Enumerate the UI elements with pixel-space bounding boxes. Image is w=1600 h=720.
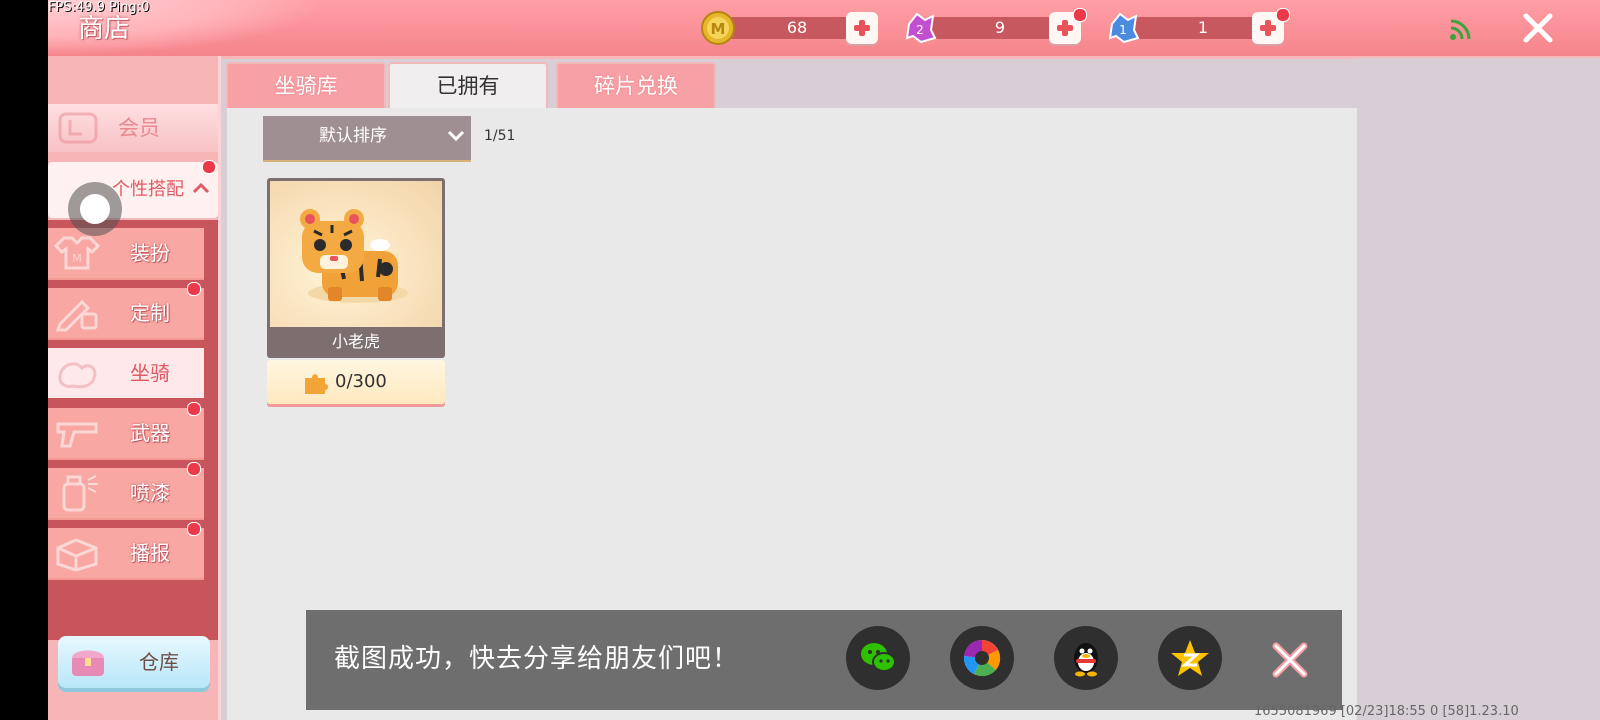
- svg-text:2: 2: [916, 23, 924, 37]
- sidebar-item-label: 播报: [130, 541, 170, 565]
- sidebar-subpanel: M 装扮 定制 坐骑 武器 喷漆 播报: [48, 220, 218, 640]
- share-qq-button[interactable]: [1054, 626, 1118, 690]
- blue-fragment-icon: 1: [1108, 12, 1140, 44]
- moments-icon: [963, 639, 1001, 677]
- sidebar-item-member[interactable]: 会员: [48, 104, 218, 152]
- sidebar-group-label: 个性搭配: [112, 179, 184, 200]
- sidebar-item-label: 会员: [118, 116, 160, 140]
- sidebar-item-label: 装扮: [130, 241, 170, 265]
- broadcast-icon: [56, 538, 98, 572]
- mount-icon: [58, 362, 97, 389]
- sidebar-item-spray[interactable]: 喷漆: [48, 462, 204, 518]
- screenshot-toast: 截图成功，快去分享给朋友们吧！: [306, 610, 1342, 710]
- item-name: 小老虎: [331, 332, 380, 351]
- sidebar-item-mount[interactable]: 坐骑: [48, 348, 204, 398]
- tiger-icon: [300, 209, 408, 303]
- warehouse-button[interactable]: 仓库: [58, 636, 210, 688]
- gun-icon: [56, 422, 98, 448]
- sidebar-item-broadcast[interactable]: 播报: [48, 522, 204, 578]
- chevron-up-icon: [192, 182, 210, 194]
- svg-text:M: M: [711, 20, 726, 38]
- joystick-handle[interactable]: [68, 182, 122, 236]
- page-count: 1/51: [484, 128, 516, 144]
- notification-dot: [1073, 8, 1087, 22]
- sidebar-item-label: 喷漆: [130, 481, 170, 505]
- notification-dot: [187, 522, 201, 536]
- sidebar-item-label: 定制: [130, 301, 170, 325]
- wechat-icon: [861, 643, 896, 672]
- right-panel: [1357, 58, 1600, 720]
- item-card[interactable]: 小老虎: [267, 178, 445, 358]
- sidebar-divider: [218, 56, 221, 720]
- sidebar-item-customize[interactable]: 定制: [48, 282, 204, 338]
- build-info: 1655081969 [02/23]18:55 0 [58]1.23.10: [1254, 704, 1519, 719]
- share-qzone-button[interactable]: [1158, 626, 1222, 690]
- tab-mount-library[interactable]: 坐骑库: [226, 62, 386, 108]
- qzone-star-icon: [1171, 640, 1209, 676]
- purple-fragment-icon: 2: [905, 12, 937, 44]
- sidebar-item-label: 武器: [130, 421, 170, 445]
- chest-icon: [72, 650, 104, 676]
- notification-dot: [1276, 8, 1290, 22]
- item-image: [270, 181, 442, 327]
- add-coin-button[interactable]: [846, 12, 878, 44]
- close-icon[interactable]: [1270, 640, 1310, 680]
- warehouse-label: 仓库: [139, 650, 179, 674]
- pencil-icon: [55, 299, 98, 332]
- svg-text:M: M: [72, 252, 82, 265]
- chevron-down-icon: [447, 130, 465, 142]
- top-bar: 商店 FPS:49.9 Ping:0 68 M 9 2 1 1: [48, 0, 1600, 59]
- spray-can-icon: [62, 475, 98, 512]
- coin-icon: M: [701, 11, 735, 45]
- signal-icon: [1450, 19, 1471, 40]
- notification-dot: [187, 462, 201, 476]
- member-card-icon: [58, 112, 98, 144]
- fragment-count: 0/300: [335, 371, 387, 392]
- tab-fragment-exchange[interactable]: 碎片兑换: [556, 62, 716, 108]
- shop-app: 商店 FPS:49.9 Ping:0 68 M 9 2 1 1 会员 个性搭配 …: [48, 0, 1600, 720]
- qq-penguin-icon: [1074, 643, 1098, 677]
- share-moments-button[interactable]: [950, 626, 1014, 690]
- notification-dot: [187, 402, 201, 416]
- fps-readout: FPS:49.9 Ping:0: [48, 0, 150, 15]
- share-wechat-button[interactable]: [846, 626, 910, 690]
- sort-label: 默认排序: [319, 126, 387, 146]
- sidebar-item-outfit[interactable]: M 装扮: [48, 228, 204, 278]
- puzzle-piece-icon: [305, 374, 328, 394]
- toast-message: 截图成功，快去分享给朋友们吧！: [334, 644, 740, 674]
- sort-dropdown[interactable]: 默认排序: [263, 116, 471, 162]
- shirt-icon: M: [53, 236, 101, 270]
- tab-owned[interactable]: 已拥有: [388, 62, 548, 108]
- close-icon[interactable]: [1520, 10, 1556, 46]
- item-fragment-progress: 0/300: [267, 360, 445, 404]
- notification-dot: [202, 160, 216, 174]
- sidebar-item-weapon[interactable]: 武器: [48, 402, 204, 458]
- svg-text:1: 1: [1119, 23, 1127, 37]
- notification-dot: [187, 282, 201, 296]
- sidebar: 会员 个性搭配 M 装扮 定制 坐骑 武器 喷漆 播报 仓库: [48, 56, 220, 720]
- sidebar-item-label: 坐骑: [130, 361, 170, 385]
